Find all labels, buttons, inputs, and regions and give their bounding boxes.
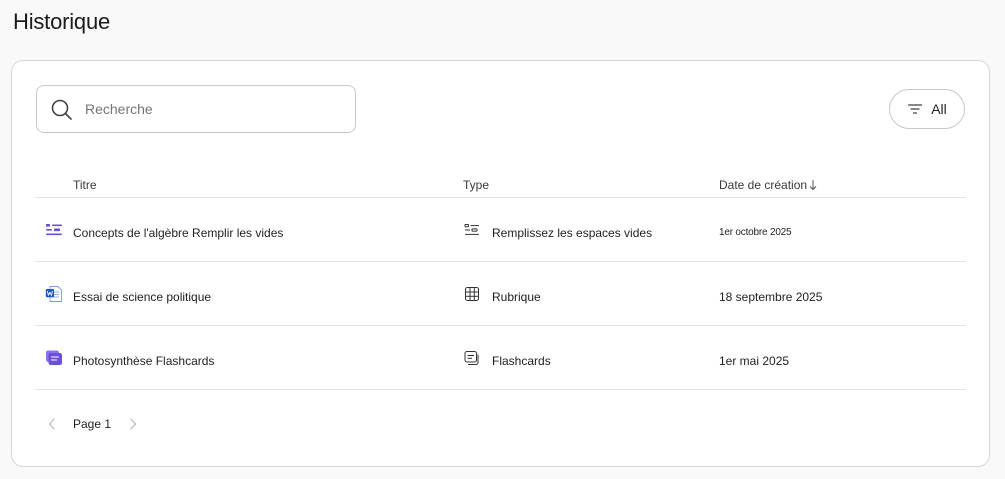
next-page-button[interactable]: [126, 417, 140, 431]
column-header-date-label: Date de création: [719, 178, 808, 192]
row-date: 18 septembre 2025: [719, 290, 823, 304]
fill-blanks-icon: [464, 224, 479, 235]
row-title: Photosynthèse Flashcards: [73, 354, 215, 368]
search-input[interactable]: [85, 98, 340, 120]
search-box[interactable]: [36, 85, 356, 133]
search-icon: [51, 99, 72, 120]
flashcards-icon: [464, 351, 479, 365]
row-type: Remplissez les espaces vides: [492, 226, 653, 240]
rubric-grid-icon: [465, 287, 479, 301]
page-label: Page 1: [73, 417, 112, 431]
table-row[interactable]: Concepts de l'algèbre Remplir les vides …: [35, 198, 966, 262]
filter-button[interactable]: All: [889, 89, 965, 129]
filter-label: All: [931, 101, 947, 117]
table-row[interactable]: Photosynthèse Flashcards Flashcards 1er …: [35, 326, 966, 390]
column-header-date[interactable]: Date de création: [719, 178, 818, 192]
history-table: Titre Type Date de création Concepts de …: [35, 169, 966, 390]
row-type: Rubrique: [492, 290, 541, 304]
previous-page-button[interactable]: [45, 417, 59, 431]
column-header-type[interactable]: Type: [463, 178, 489, 192]
row-type: Flashcards: [492, 354, 551, 368]
table-header: Titre Type Date de création: [35, 169, 966, 198]
pagination: Page 1: [45, 412, 140, 436]
table-row[interactable]: Essai de science politique Rubrique 18 s…: [35, 262, 966, 326]
row-title: Concepts de l'algèbre Remplir les vides: [73, 226, 284, 240]
history-card: All Titre Type Date de création C: [11, 60, 990, 467]
flashcards-icon: [46, 350, 62, 365]
chevron-left-icon: [48, 418, 55, 430]
page-title: Historique: [13, 9, 111, 34]
fill-blanks-icon: [46, 224, 62, 236]
column-header-title[interactable]: Titre: [73, 178, 97, 192]
sort-descending-icon: [809, 180, 817, 191]
row-title: Essai de science politique: [73, 290, 212, 304]
row-date: 1er mai 2025: [719, 354, 790, 368]
filter-icon: [908, 104, 923, 114]
chevron-right-icon: [130, 418, 137, 430]
row-date: 1er octobre 2025: [719, 227, 792, 238]
word-document-icon: [45, 286, 62, 302]
